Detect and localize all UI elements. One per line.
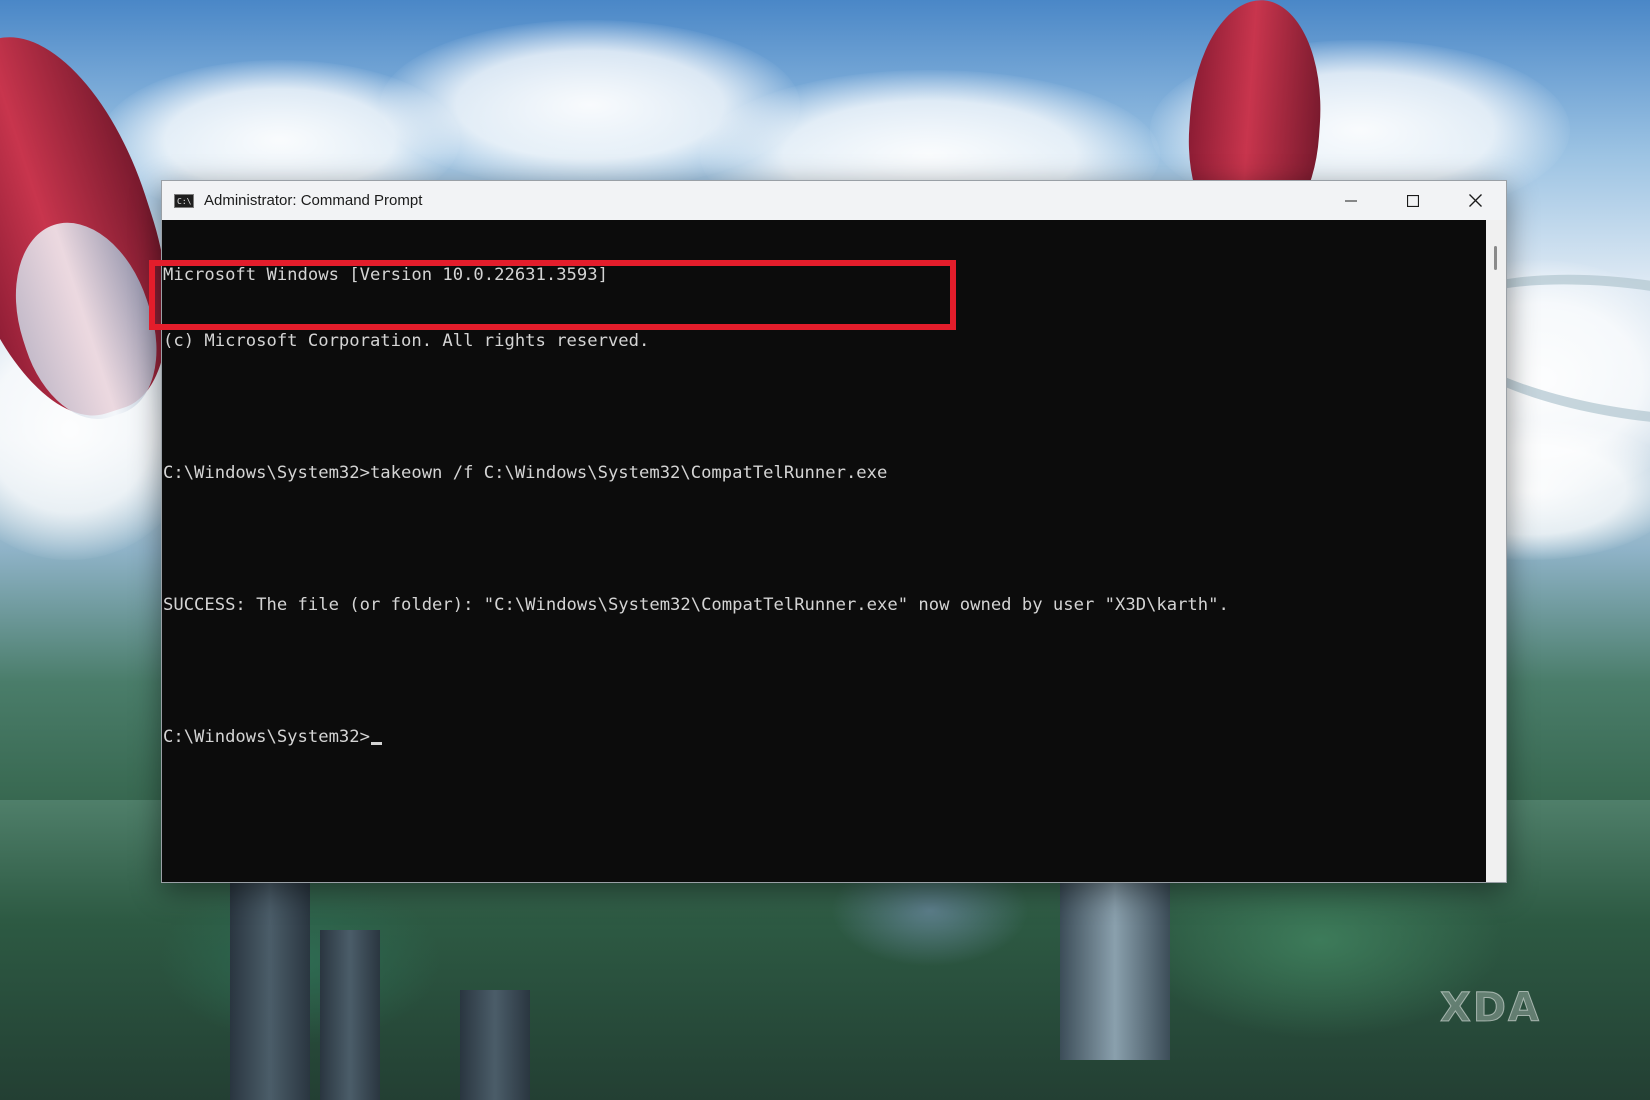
vertical-scrollbar[interactable] bbox=[1486, 220, 1506, 882]
close-icon bbox=[1468, 194, 1482, 207]
title-bar[interactable]: C:\ Administrator: Command Prompt bbox=[162, 181, 1506, 220]
window-title: Administrator: Command Prompt bbox=[204, 192, 423, 209]
console-prompt: C:\Windows\System32> bbox=[163, 727, 370, 747]
xda-watermark: XDA bbox=[1440, 985, 1541, 1032]
console-line-success: SUCCESS: The file (or folder): "C:\Windo… bbox=[163, 595, 1229, 615]
minimize-icon bbox=[1345, 200, 1357, 201]
console-line-version: Microsoft Windows [Version 10.0.22631.35… bbox=[163, 265, 608, 285]
minimize-button[interactable] bbox=[1320, 181, 1382, 220]
text-cursor bbox=[370, 742, 382, 745]
scrollbar-thumb[interactable] bbox=[1494, 246, 1497, 270]
command-prompt-window: C:\ Administrator: Command Prompt Micros… bbox=[161, 180, 1507, 883]
command-prompt-icon: C:\ bbox=[174, 193, 194, 208]
console-line-takeown-command: C:\Windows\System32>takeown /f C:\Window… bbox=[163, 463, 888, 483]
maximize-button[interactable] bbox=[1382, 181, 1444, 220]
close-button[interactable] bbox=[1444, 181, 1506, 220]
console-prompt-line[interactable]: C:\Windows\System32> bbox=[163, 726, 1486, 748]
console-output[interactable]: Microsoft Windows [Version 10.0.22631.35… bbox=[162, 220, 1486, 882]
maximize-icon bbox=[1407, 194, 1419, 207]
console-line-copyright: (c) Microsoft Corporation. All rights re… bbox=[163, 331, 650, 351]
